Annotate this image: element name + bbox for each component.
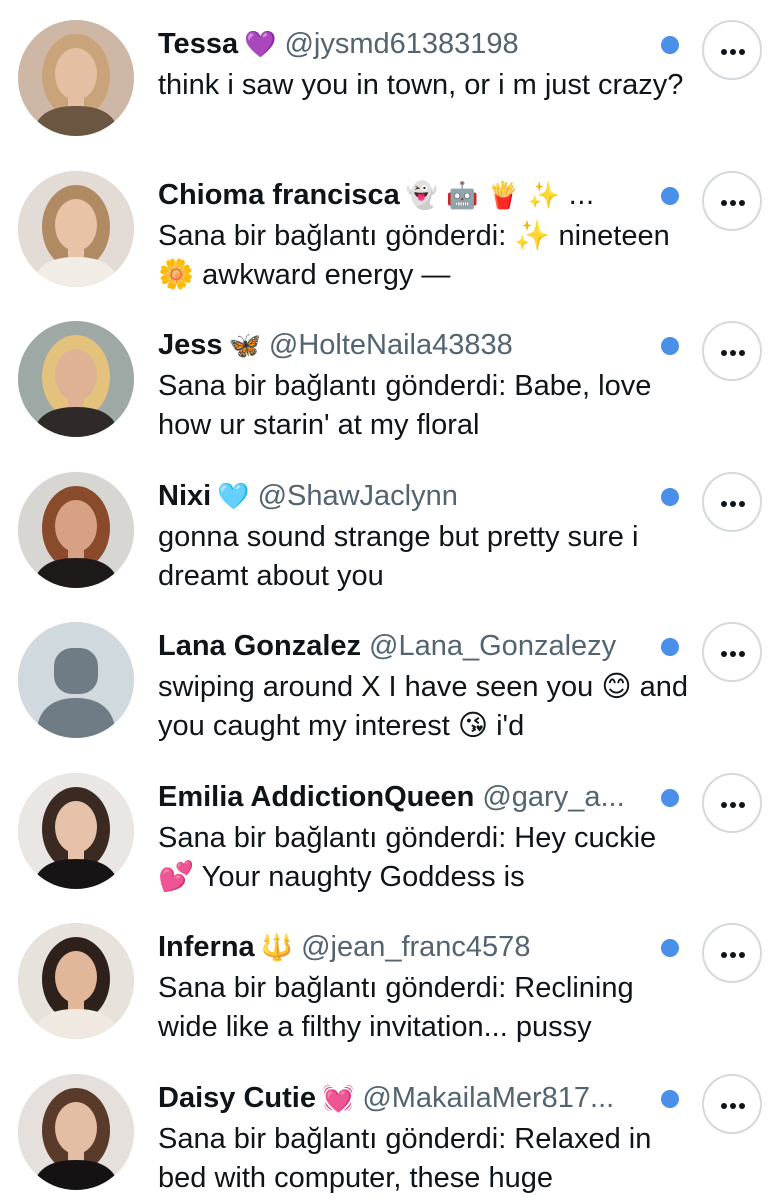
message-preview: Sana bir bağlantı gönderdi: ✨ nineteen 🌼…	[158, 220, 670, 291]
sender-name[interactable]: Emilia AddictionQueen	[158, 781, 474, 813]
sender-name[interactable]: Jess	[158, 329, 223, 361]
more-dot-icon	[730, 200, 736, 206]
name-emoji: 🔱	[260, 933, 294, 963]
more-options-button[interactable]	[702, 20, 762, 80]
more-dot-icon	[739, 1103, 745, 1109]
more-dot-icon	[730, 651, 736, 657]
avatar[interactable]	[18, 472, 134, 588]
sender-header: Emilia AddictionQueen @gary_a...	[158, 777, 653, 817]
sender-handle: @HolteNaila43838	[268, 329, 513, 361]
message-preview: swiping around X I have seen you 😊 and y…	[158, 671, 689, 742]
more-dot-icon	[721, 651, 727, 657]
unread-dot-icon	[661, 488, 679, 506]
more-dot-icon	[739, 49, 745, 55]
more-options-button[interactable]	[702, 622, 762, 682]
sender-name[interactable]: Nixi	[158, 480, 211, 512]
unread-dot-icon	[661, 789, 679, 807]
more-dot-icon	[739, 651, 745, 657]
name-emoji: 🦋	[228, 331, 261, 361]
conversation-row[interactable]: Lana Gonzalez @Lana_Gonzalezyswiping arou…	[0, 602, 781, 752]
unread-dot-icon	[661, 187, 679, 205]
more-dot-icon	[730, 49, 736, 55]
conversation-row[interactable]: Tessa 💜 @jysmd61383198 think i saw you in t…	[0, 0, 781, 150]
more-dot-icon	[721, 1103, 727, 1109]
sender-name[interactable]: Inferna	[158, 931, 255, 963]
message-preview: gonna sound strange but pretty sure i dr…	[158, 521, 639, 592]
more-options-button[interactable]	[702, 1074, 762, 1134]
unread-dot-icon	[661, 939, 679, 957]
avatar[interactable]	[18, 773, 134, 889]
name-emoji: 💜	[244, 30, 277, 60]
sender-name[interactable]: Chioma francisca	[158, 179, 400, 211]
conversation-row[interactable]: Inferna 🔱 @jean_franc4578 Sana bir bağlantı…	[0, 903, 781, 1053]
sender-handle: @gary_a...	[482, 781, 625, 813]
unread-dot-icon	[661, 337, 679, 355]
sender-handle: @ShawJaclynn	[257, 480, 458, 512]
sender-name[interactable]: Lana Gonzalez	[158, 630, 361, 662]
more-options-button[interactable]	[702, 321, 762, 381]
avatar[interactable]	[18, 171, 134, 287]
more-dot-icon	[721, 501, 727, 507]
avatar[interactable]	[18, 321, 134, 437]
sender-header: Jess 🦋 @HolteNaila43838	[158, 325, 653, 365]
more-dot-icon	[730, 802, 736, 808]
name-emoji: 💓	[321, 1084, 355, 1114]
sender-header: Chioma francisca 👻 🤖 🍟 ✨ …	[158, 175, 653, 215]
message-preview: Sana bir bağlantı gönderdi: Babe, love h…	[158, 370, 652, 441]
unread-dot-icon	[661, 638, 679, 656]
conversation-row[interactable]: Jess 🦋 @HolteNaila43838 Sana bir bağlantı g…	[0, 301, 781, 451]
more-dot-icon	[730, 350, 736, 356]
conversation-row[interactable]: Chioma francisca 👻 🤖 🍟 ✨ … Sana bir bağlan…	[0, 151, 781, 301]
more-dot-icon	[739, 501, 745, 507]
sender-handle: @jysmd61383198	[284, 28, 519, 60]
sender-handle: @Lana_Gonzalezy	[369, 630, 617, 662]
message-preview: think i saw you in town, or i m just cra…	[158, 69, 684, 101]
more-dot-icon	[730, 1103, 736, 1109]
sender-header: Nixi 🩵 @ShawJaclynn	[158, 476, 653, 516]
more-dot-icon	[739, 200, 745, 206]
more-dot-icon	[721, 350, 727, 356]
sender-header: Inferna 🔱 @jean_franc4578	[158, 927, 653, 967]
more-dot-icon	[721, 802, 727, 808]
name-emoji: 🩵	[217, 482, 250, 512]
sender-header: Daisy Cutie 💓 @MakailaMer817...	[158, 1078, 653, 1118]
more-options-button[interactable]	[702, 773, 762, 833]
conversation-row[interactable]: Daisy Cutie 💓 @MakailaMer817... Sana bir ba…	[0, 1054, 781, 1200]
sender-header: Tessa 💜 @jysmd61383198	[158, 24, 653, 64]
unread-dot-icon	[661, 36, 679, 54]
message-preview: Sana bir bağlantı gönderdi: Hey cuckie 💕…	[158, 822, 657, 893]
more-options-button[interactable]	[702, 171, 762, 231]
sender-name[interactable]: Tessa	[158, 28, 238, 60]
name-emoji: 👻 🤖 🍟 ✨ …	[405, 181, 595, 211]
more-dot-icon	[739, 802, 745, 808]
more-dot-icon	[730, 501, 736, 507]
conversation-row[interactable]: Emilia AddictionQueen @gary_a... Sana bir …	[0, 753, 781, 903]
message-preview: Sana bir bağlantı gönderdi: Reclining wi…	[158, 972, 634, 1043]
sender-header: Lana Gonzalez @Lana_Gonzalezy	[158, 626, 653, 666]
avatar[interactable]	[18, 20, 134, 136]
more-dot-icon	[721, 200, 727, 206]
conversation-list: Tessa 💜 @jysmd61383198 think i saw you in t…	[0, 0, 781, 1200]
default-avatar-icon[interactable]	[18, 622, 134, 738]
more-options-button[interactable]	[702, 472, 762, 532]
sender-handle: @jean_franc4578	[301, 931, 531, 963]
sender-handle: @MakailaMer817...	[362, 1082, 615, 1114]
avatar[interactable]	[18, 1074, 134, 1190]
more-dot-icon	[721, 49, 727, 55]
more-dot-icon	[730, 952, 736, 958]
conversation-row[interactable]: Nixi 🩵 @ShawJaclynn gonna sound strange but…	[0, 452, 781, 602]
more-dot-icon	[739, 350, 745, 356]
unread-dot-icon	[661, 1090, 679, 1108]
message-preview: Sana bir bağlantı gönderdi: Relaxed in b…	[158, 1123, 652, 1194]
more-options-button[interactable]	[702, 923, 762, 983]
sender-name[interactable]: Daisy Cutie	[158, 1082, 316, 1114]
avatar[interactable]	[18, 923, 134, 1039]
more-dot-icon	[739, 952, 745, 958]
more-dot-icon	[721, 952, 727, 958]
